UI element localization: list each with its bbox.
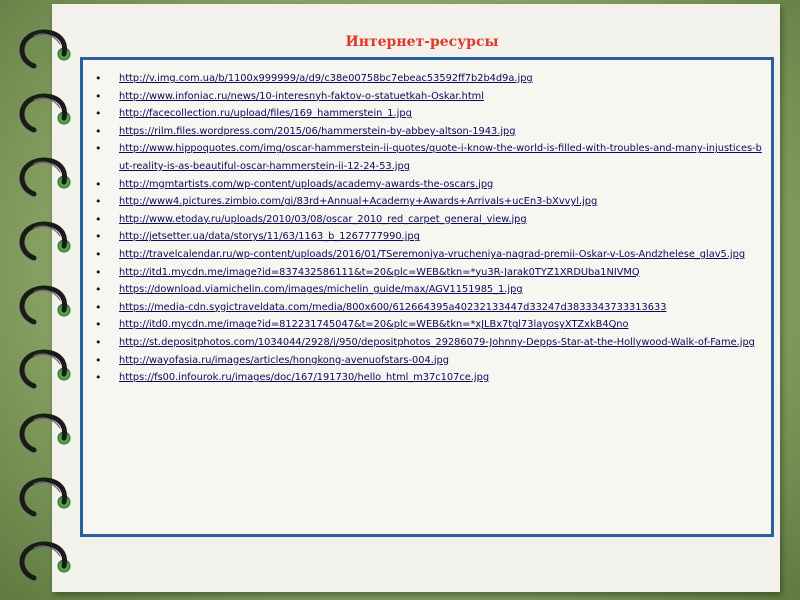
resource-link[interactable]: http://itd0.mycdn.me/image?id=8122317450… (119, 319, 628, 330)
list-item: http://www.etoday.ru/uploads/2010/03/08/… (95, 211, 763, 229)
resource-link[interactable]: http://www.etoday.ru/uploads/2010/03/08/… (119, 214, 527, 225)
resource-link[interactable]: http://wayofasia.ru/images/articles/hong… (119, 355, 449, 366)
resource-link[interactable]: http://itd1.mycdn.me/image?id=8374325861… (119, 267, 640, 278)
resource-link[interactable]: http://www.hippoquotes.com/img/oscar-ham… (119, 143, 762, 172)
list-item: http://www.infoniac.ru/news/10-interesny… (95, 88, 763, 106)
links-box: http://v.img.com.ua/b/1100x999999/a/d9/c… (80, 57, 774, 537)
list-item: http://itd1.mycdn.me/image?id=8374325861… (95, 264, 763, 282)
list-item: http://jetsetter.ua/data/storys/11/63/11… (95, 228, 763, 246)
list-item: http://st.depositphotos.com/1034044/2928… (95, 334, 763, 352)
list-item: http://mgmtartists.com/wp-content/upload… (95, 176, 763, 194)
list-item: https://rilm.files.wordpress.com/2015/06… (95, 123, 763, 141)
binder-ring-icon (19, 285, 71, 325)
resource-link[interactable]: http://travelcalendar.ru/wp-content/uplo… (119, 249, 745, 260)
list-item: http://www.hippoquotes.com/img/oscar-ham… (95, 140, 763, 175)
list-item: http://v.img.com.ua/b/1100x999999/a/d9/c… (95, 70, 763, 88)
resource-link[interactable]: https://rilm.files.wordpress.com/2015/06… (119, 126, 516, 137)
list-item: https://media-cdn.sygictraveldata.com/me… (95, 299, 763, 317)
list-item: http://wayofasia.ru/images/articles/hong… (95, 352, 763, 370)
list-item: http://itd0.mycdn.me/image?id=8122317450… (95, 316, 763, 334)
resource-link[interactable]: http://www4.pictures.zimbio.com/gi/83rd+… (119, 196, 597, 207)
resource-link[interactable]: https://download.viamichelin.com/images/… (119, 284, 523, 295)
resource-link[interactable]: http://jetsetter.ua/data/storys/11/63/11… (119, 231, 420, 242)
binder-ring-icon (19, 477, 71, 517)
list-item: https://fs00.infourok.ru/images/doc/167/… (95, 369, 763, 387)
page-title: Интернет-ресурсы (345, 34, 499, 50)
binder-ring-icon (19, 541, 71, 581)
resource-link[interactable]: http://facecollection.ru/upload/files/16… (119, 108, 412, 119)
binder-ring-icon (19, 93, 71, 133)
notebook-page: Интернет-ресурсы http://v.img.com.ua/b/1… (12, 4, 788, 594)
binder-ring-icon (19, 221, 71, 261)
binder-ring-icon (19, 29, 71, 69)
binder-ring-icon (19, 349, 71, 389)
binder-ring-icon (19, 413, 71, 453)
links-list: http://v.img.com.ua/b/1100x999999/a/d9/c… (83, 60, 771, 387)
resource-link[interactable]: https://media-cdn.sygictraveldata.com/me… (119, 302, 666, 313)
list-item: http://travelcalendar.ru/wp-content/uplo… (95, 246, 763, 264)
resource-link[interactable]: https://fs00.infourok.ru/images/doc/167/… (119, 372, 489, 383)
list-item: http://www4.pictures.zimbio.com/gi/83rd+… (95, 193, 763, 211)
list-item: https://download.viamichelin.com/images/… (95, 281, 763, 299)
resource-link[interactable]: http://www.infoniac.ru/news/10-interesny… (119, 91, 484, 102)
resource-link[interactable]: http://mgmtartists.com/wp-content/upload… (119, 179, 493, 190)
list-item: http://facecollection.ru/upload/files/16… (95, 105, 763, 123)
binder-rings (19, 29, 71, 581)
binder-ring-icon (19, 157, 71, 197)
resource-link[interactable]: http://v.img.com.ua/b/1100x999999/a/d9/c… (119, 73, 533, 84)
resource-link[interactable]: http://st.depositphotos.com/1034044/2928… (119, 337, 755, 348)
